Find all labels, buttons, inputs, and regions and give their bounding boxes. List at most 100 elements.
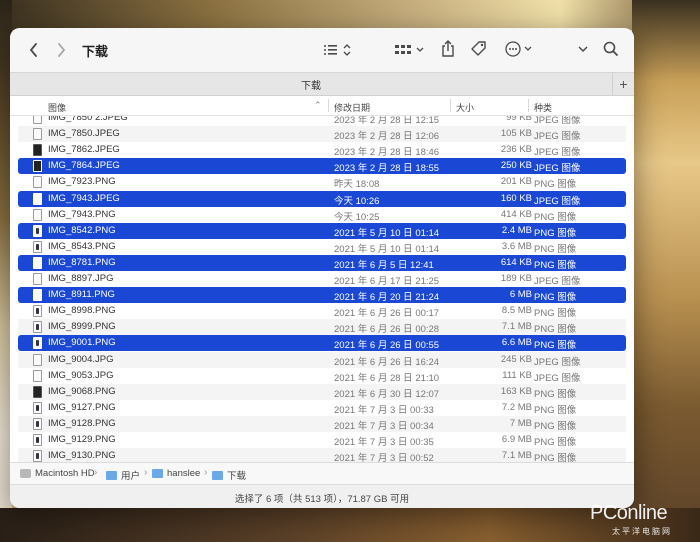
column-header-name[interactable]: 图像 bbox=[48, 101, 66, 114]
file-row[interactable]: IMG_9129.PNG 2021 年 7 月 3 日 00:35 6.9 MB PN… bbox=[18, 432, 626, 448]
file-row[interactable]: IMG_7850 2.JPEG 2023 年 2 月 28 日 12:15 99 K… bbox=[18, 116, 626, 126]
column-header-date[interactable]: 修改日期 bbox=[334, 101, 370, 114]
file-size: 7.1 MB bbox=[501, 450, 532, 462]
file-row[interactable]: IMG_7864.JPEG 2023 年 2 月 28 日 18:55 250 KB… bbox=[18, 158, 626, 175]
image-file-icon bbox=[33, 176, 42, 189]
file-name: IMG_9129.PNG bbox=[48, 434, 116, 445]
search-icon[interactable] bbox=[602, 40, 620, 58]
chevron-right-icon: › bbox=[94, 467, 98, 478]
file-date: 2023 年 2 月 28 日 18:55 bbox=[334, 163, 440, 175]
file-date: 2021 年 6 月 26 日 00:28 bbox=[334, 324, 440, 336]
file-row[interactable]: IMG_8998.PNG 2021 年 6 月 26 日 00:17 8.5 MB P… bbox=[18, 303, 626, 319]
file-size: 189 KB bbox=[500, 273, 532, 284]
file-name: IMG_8998.PNG bbox=[48, 305, 116, 317]
image-file-icon bbox=[33, 353, 42, 366]
file-name: IMG_9001.PNG bbox=[48, 337, 116, 349]
image-file-icon bbox=[33, 337, 42, 350]
file-row[interactable]: IMG_8999.PNG 2021 年 6 月 26 日 00:28 7.1 MB P… bbox=[18, 319, 626, 336]
chevron-left-icon[interactable] bbox=[26, 41, 40, 59]
file-row[interactable]: IMG_7943.JPEG 今天 10:26 160 KB JPEG 图像 bbox=[18, 190, 626, 207]
file-size: 614 KB bbox=[500, 256, 532, 268]
file-row[interactable]: IMG_9128.PNG 2021 年 7 月 3 日 00:34 7 MB PNG … bbox=[18, 415, 626, 432]
file-kind: PNG 图像 bbox=[534, 404, 577, 416]
desktop-background-right bbox=[632, 0, 700, 542]
chevron-right-icon[interactable] bbox=[54, 41, 68, 59]
file-kind: PNG 图像 bbox=[534, 211, 577, 223]
file-row[interactable]: IMG_9001.PNG 2021 年 6 月 26 日 00:55 6.6 MB P… bbox=[18, 335, 626, 352]
share-icon[interactable] bbox=[440, 39, 456, 59]
chevron-down-icon[interactable] bbox=[576, 42, 590, 56]
file-row[interactable]: IMG_8542.PNG 2021 年 5 月 10 日 01:14 2.4 MB P… bbox=[18, 222, 626, 239]
file-size: 236 KB bbox=[500, 144, 532, 156]
image-file-icon bbox=[33, 240, 42, 253]
tag-icon[interactable] bbox=[470, 40, 488, 58]
file-name: IMG_9004.JPG bbox=[48, 353, 114, 365]
file-row[interactable]: IMG_9068.PNG 2021 年 6 月 30 日 12:07 163 KB P… bbox=[18, 383, 626, 400]
path-item-label: hanslee bbox=[167, 468, 201, 479]
file-size: 6.6 MB bbox=[501, 337, 532, 349]
file-row[interactable]: IMG_7850.JPEG 2023 年 2 月 28 日 12:06 105 KB… bbox=[18, 126, 626, 143]
file-kind: PNG 图像 bbox=[534, 259, 577, 271]
file-name: IMG_8999.PNG bbox=[48, 321, 116, 333]
file-date: 2021 年 6 月 26 日 00:55 bbox=[334, 340, 440, 352]
file-row[interactable]: IMG_9127.PNG 2021 年 7 月 3 日 00:33 7.2 MB PN… bbox=[18, 400, 626, 416]
image-file-icon bbox=[33, 208, 42, 221]
status-text: 选择了 6 项（共 513 项），71.87 GB 可用 bbox=[234, 494, 410, 505]
file-row[interactable]: IMG_7862.JPEG 2023 年 2 月 28 日 18:46 236 KB… bbox=[18, 142, 626, 158]
column-divider[interactable] bbox=[450, 99, 451, 112]
file-row[interactable]: IMG_8897.JPG 2021 年 6 月 17 日 21:25 189 KB J… bbox=[18, 271, 626, 287]
file-row[interactable]: IMG_7943.PNG 今天 10:25 414 KB PNG 图像 bbox=[18, 207, 626, 223]
file-row[interactable]: IMG_9053.JPG 2021 年 6 月 28 日 21:10 111 KB J… bbox=[18, 368, 626, 384]
file-kind: JPEG 图像 bbox=[534, 116, 581, 126]
image-file-icon bbox=[33, 401, 42, 414]
file-size: 7.2 MB bbox=[501, 401, 532, 413]
file-name: IMG_9068.PNG bbox=[48, 385, 116, 397]
image-file-icon bbox=[33, 289, 42, 302]
file-date: 2021 年 6 月 26 日 00:17 bbox=[334, 308, 440, 320]
file-kind: JPEG 图像 bbox=[534, 131, 581, 143]
ellipsis-icon[interactable] bbox=[504, 40, 536, 58]
file-row[interactable]: IMG_9130.PNG 2021 年 7 月 3 日 00:52 7.1 MB PN… bbox=[18, 448, 626, 462]
file-kind: JPEG 图像 bbox=[534, 276, 581, 287]
file-row[interactable]: IMG_7923.PNG 昨天 18:08 201 KB PNG 图像 bbox=[18, 174, 626, 190]
file-size: 201 KB bbox=[500, 176, 532, 188]
file-size: 7.1 MB bbox=[501, 321, 532, 333]
path-item-downloads[interactable]: 下载 bbox=[212, 468, 246, 482]
image-file-icon bbox=[33, 273, 42, 285]
column-header-kind[interactable]: 种类 bbox=[534, 101, 552, 114]
path-item-hanslee[interactable]: hanslee bbox=[152, 468, 200, 479]
path-item-macintosh-hd[interactable]: Macintosh HD bbox=[20, 468, 95, 479]
column-header: 图像 ⌃ 修改日期 大小 种类 bbox=[10, 96, 634, 116]
image-file-icon bbox=[33, 369, 42, 382]
folder-icon bbox=[152, 469, 163, 478]
image-file-icon bbox=[33, 256, 42, 269]
list-view-icon[interactable] bbox=[322, 42, 352, 58]
file-row[interactable]: IMG_8781.PNG 2021 年 6 月 5 日 12:41 614 KB PN… bbox=[18, 254, 626, 271]
file-name: IMG_8542.PNG bbox=[48, 224, 116, 236]
file-date: 2021 年 7 月 3 日 00:34 bbox=[334, 420, 434, 432]
file-row[interactable]: IMG_9004.JPG 2021 年 6 月 26 日 16:24 245 KB J… bbox=[18, 351, 626, 368]
file-kind: JPEG 图像 bbox=[534, 163, 581, 175]
file-row[interactable]: IMG_8543.PNG 2021 年 5 月 10 日 01:14 3.6 MB P… bbox=[18, 239, 626, 255]
image-file-icon bbox=[33, 417, 42, 430]
column-divider[interactable] bbox=[528, 99, 529, 112]
file-kind: JPEG 图像 bbox=[534, 372, 581, 384]
file-kind: JPEG 图像 bbox=[534, 356, 581, 368]
image-file-icon bbox=[33, 160, 42, 173]
file-name: IMG_8897.JPG bbox=[48, 273, 114, 284]
file-name: IMG_7864.JPEG bbox=[48, 160, 120, 172]
tab-downloads[interactable]: 下载 bbox=[10, 77, 612, 92]
column-divider[interactable] bbox=[328, 99, 329, 112]
new-tab-button[interactable]: + bbox=[612, 73, 634, 95]
window-title: 下载 bbox=[82, 44, 109, 59]
file-name: IMG_7850 2.JPEG bbox=[48, 116, 128, 123]
file-row[interactable]: IMG_8911.PNG 2021 年 6 月 20 日 21:24 6 MB PNG… bbox=[18, 287, 626, 304]
toolbar: 下载 bbox=[10, 28, 634, 72]
grid-view-icon[interactable] bbox=[394, 42, 426, 58]
file-kind: PNG 图像 bbox=[534, 243, 577, 255]
path-item-users[interactable]: 用户 bbox=[106, 468, 140, 482]
column-header-size[interactable]: 大小 bbox=[456, 101, 474, 114]
file-size: 250 KB bbox=[500, 160, 532, 172]
file-kind: JPEG 图像 bbox=[534, 195, 581, 207]
file-kind: PNG 图像 bbox=[534, 324, 577, 336]
